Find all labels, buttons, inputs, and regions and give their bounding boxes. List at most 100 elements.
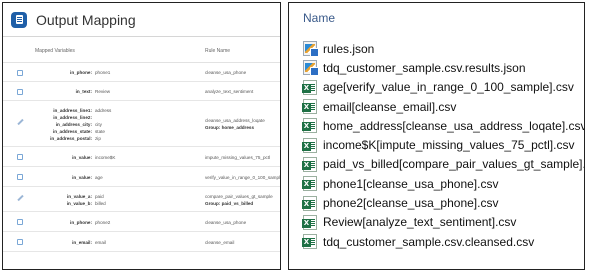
rule-group: Group: paid_vs_billed <box>205 200 254 206</box>
json-file-icon <box>303 41 319 58</box>
file-name: phone2[cleanse_usa_phone].csv <box>323 196 499 211</box>
file-item[interactable]: rules.json <box>303 39 584 58</box>
file-name: email[cleanse_email].csv <box>323 99 457 114</box>
column-header-name[interactable]: Name <box>303 11 335 25</box>
variable-label: in_value: <box>72 174 92 180</box>
excel-csv-file-icon <box>302 137 317 153</box>
mapping-row[interactable]: in_phone: phone2 cleanse_usa_phone <box>3 212 280 232</box>
document-icon[interactable] <box>17 239 23 245</box>
mapping-grid: Mapped Variables Rule Name in_phone: phon… <box>3 37 281 252</box>
excel-csv-file-icon <box>302 176 317 192</box>
panel-title: Output Mapping <box>36 11 136 28</box>
rule-name-cell: verify_value_in_range_0_100_sample <box>205 174 281 181</box>
mapping-row[interactable]: in_value_a: in_value_b: paid billed compare_… <box>3 187 280 212</box>
document-icon[interactable] <box>17 154 23 160</box>
rule-name: cleanse_usa_phone <box>205 219 247 225</box>
mapping-row[interactable]: in_value: income$K impute_missing_values_7… <box>3 147 280 167</box>
variable-label: in_phone: <box>70 70 92 75</box>
column-header-mapped-variables[interactable]: Mapped Variables <box>35 48 75 54</box>
variable-labels: in_phone: <box>70 219 92 226</box>
file-name: paid_vs_billed[compare_pair_values_gt_sa… <box>323 157 585 172</box>
mapping-rows: in_phone: phone1 cleanse_usa_phone in_text:… <box>3 63 281 252</box>
panel-header: Output Mapping <box>3 3 280 37</box>
variable-labels: in_email: <box>72 239 92 246</box>
variable-label: in_value_a: <box>66 193 92 199</box>
excel-csv-file-icon <box>302 234 317 250</box>
variable-label: in_address_line2: <box>53 114 92 120</box>
excel-csv-file-icon <box>302 195 317 211</box>
file-item[interactable]: age[verify_value_in_range_0_100_sample].… <box>302 78 584 97</box>
rule-name-cell: compare_pair_values_gt_sample Group: paid… <box>205 193 273 207</box>
rule-name: impute_missing_values_75_pctl <box>205 154 271 160</box>
file-name: home_address[cleanse_usa_address_loqate]… <box>323 118 585 133</box>
variable-values: paid billed <box>95 193 106 207</box>
rule-name: cleanse_email <box>205 239 235 245</box>
file-item[interactable]: home_address[cleanse_usa_address_loqate]… <box>302 116 585 135</box>
variable-value: Review <box>95 89 111 94</box>
excel-csv-file-icon <box>302 156 317 172</box>
variable-labels: in_phone: <box>70 69 92 76</box>
file-item[interactable]: tdq_customer_sample.csv.results.json <box>303 58 584 77</box>
file-list: rules.json tdq_customer_sample.csv.result… <box>302 39 585 251</box>
variable-value: billed <box>95 200 106 206</box>
grid-header: Mapped Variables Rule Name <box>3 37 280 63</box>
file-item[interactable]: paid_vs_billed[compare_pair_values_gt_sa… <box>302 155 585 174</box>
variable-values: email <box>95 239 106 246</box>
variable-value: zip <box>95 135 101 141</box>
pencil-icon[interactable] <box>17 118 24 126</box>
column-header-rule-name[interactable]: Rule Name <box>205 48 230 54</box>
document-icon[interactable] <box>17 219 23 225</box>
rule-name-cell: impute_missing_values_75_pctl <box>205 154 270 161</box>
document-icon[interactable] <box>17 174 23 180</box>
variable-labels: in_address_line1: in_address_line2: in_add… <box>50 107 92 142</box>
variable-label: in_value: <box>72 154 92 160</box>
rule-name-cell: cleanse_email <box>205 239 234 246</box>
file-explorer-panel: Name rules.json tdq_customer_sample.csv.r… <box>288 2 585 270</box>
mapping-row[interactable]: in_address_line1: in_address_line2: in_add… <box>3 101 280 147</box>
variable-labels: in_value_a: in_value_b: <box>67 193 92 207</box>
variable-labels: in_value: <box>72 174 92 181</box>
file-item[interactable]: Review[analyze_text_sentiment].csv <box>302 213 584 232</box>
rule-name: cleanse_usa_address_loqate <box>205 118 265 123</box>
file-item[interactable]: tdq_customer_sample.csv.cleansed.csv <box>302 232 584 251</box>
document-icon[interactable] <box>17 69 23 76</box>
rule-name-cell: cleanse_usa_address_loqate Group: home_ad… <box>205 117 265 131</box>
rule-name: verify_value_in_range_0_100_sample <box>205 174 281 180</box>
variable-label: in_text: <box>75 89 92 94</box>
output-mapping-panel: Output Mapping Mapped Variables Rule Nam… <box>2 2 281 270</box>
variable-value: income$K <box>95 154 116 160</box>
document-icon[interactable] <box>17 88 23 95</box>
variable-value: phone2 <box>95 219 111 225</box>
rule-name-cell: cleanse_usa_phone <box>205 69 246 76</box>
mapping-row[interactable]: in_phone: phone1 cleanse_usa_phone <box>3 63 280 82</box>
pencil-icon[interactable] <box>17 194 24 201</box>
file-item[interactable]: income$K[impute_missing_values_75_pctl].… <box>302 135 584 154</box>
variable-values: age <box>95 174 103 181</box>
file-name: phone1[cleanse_usa_phone].csv <box>323 176 499 191</box>
rule-name-cell: cleanse_usa_phone <box>205 219 246 226</box>
variable-labels: in_value: <box>72 154 92 161</box>
file-name: rules.json <box>323 41 375 56</box>
file-item[interactable]: phone1[cleanse_usa_phone].csv <box>302 174 584 193</box>
variable-labels: in_text: <box>76 88 92 95</box>
rule-group: Group: home_address <box>205 125 255 130</box>
excel-csv-file-icon <box>302 118 317 134</box>
file-item[interactable]: phone2[cleanse_usa_phone].csv <box>302 193 584 212</box>
mapping-row[interactable]: in_email: email cleanse_email <box>3 232 280 252</box>
variable-value: age <box>95 174 103 180</box>
excel-csv-file-icon <box>302 99 317 115</box>
variable-label: in_address_line1: <box>53 107 92 113</box>
variable-label: in_value_b: <box>66 200 92 206</box>
rule-name: compare_pair_values_gt_sample <box>205 193 273 199</box>
variable-values: phone1 <box>95 69 110 76</box>
variable-label: in_address_city: <box>55 121 92 127</box>
output-mapping-icon <box>11 11 27 28</box>
variable-label: in_address_postal: <box>50 135 92 141</box>
mapping-row[interactable]: in_text: Review analyze_text_sentiment <box>3 82 280 101</box>
file-name: tdq_customer_sample.csv.results.json <box>323 60 526 75</box>
mapping-row[interactable]: in_value: age verify_value_in_range_0_100_… <box>3 167 281 187</box>
file-item[interactable]: email[cleanse_email].csv <box>302 97 584 116</box>
variable-values: phone2 <box>95 219 110 226</box>
variable-values: income$K <box>95 154 115 161</box>
file-name: income$K[impute_missing_values_75_pctl].… <box>323 138 575 153</box>
